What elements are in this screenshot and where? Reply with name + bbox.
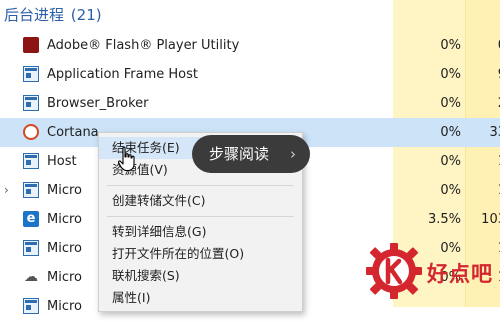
menu-item-create-dump-file[interactable]: 创建转储文件(C) — [99, 190, 302, 212]
process-name: Micro — [47, 270, 82, 285]
process-memory: 1 — [466, 176, 500, 205]
group-count: (21) — [70, 6, 102, 24]
hand-cursor-icon — [118, 146, 135, 172]
process-row[interactable]: Application Frame Host 0% 9 — [0, 60, 500, 89]
menu-item-label: 转到详细信息(G) — [112, 224, 207, 239]
edge-icon: e — [23, 211, 39, 227]
process-row[interactable]: Browser_Broker 0% 2 — [0, 89, 500, 118]
process-cpu: 0% — [440, 183, 461, 198]
process-cpu: 0% — [440, 67, 461, 82]
process-name: Host — [47, 154, 77, 169]
app-window-icon — [23, 182, 39, 198]
app-window-icon — [23, 153, 39, 169]
app-window-icon — [23, 66, 39, 82]
process-memory: 9 — [466, 60, 500, 89]
watermark-text: 好点吧 — [427, 262, 493, 286]
process-memory: 103 — [481, 212, 500, 227]
process-memory: 33 — [489, 125, 500, 140]
menu-item-label: 属性(I) — [112, 290, 151, 305]
process-row[interactable]: Adobe® Flash® Player Utility 0% 0 — [0, 31, 500, 60]
process-cpu: 0% — [440, 125, 461, 140]
menu-item-label: 创建转储文件(C) — [112, 193, 206, 208]
flash-icon — [23, 37, 39, 53]
cortana-icon — [23, 124, 39, 140]
process-name: Micro — [47, 212, 82, 227]
chevron-right-icon: › — [290, 145, 296, 163]
process-name: Cortana — [47, 125, 99, 140]
process-memory: 1 — [466, 147, 500, 176]
app-window-icon — [23, 240, 39, 256]
app-window-icon — [23, 95, 39, 111]
process-cpu: 0% — [440, 96, 461, 111]
watermark: 好点吧 — [363, 238, 500, 307]
process-cpu: 3.5% — [427, 212, 461, 227]
process-name: Micro — [47, 241, 82, 256]
menu-item-label: 联机搜索(S) — [112, 268, 180, 283]
app-window-icon — [23, 298, 39, 314]
process-name: Adobe® Flash® Player Utility — [47, 38, 240, 53]
group-title: 后台进程 — [4, 6, 65, 24]
menu-item-search-online[interactable]: 联机搜索(S) — [99, 265, 302, 287]
menu-item-properties[interactable]: 属性(I) — [99, 287, 302, 309]
menu-separator — [107, 185, 294, 186]
menu-item-go-to-details[interactable]: 转到详细信息(G) — [99, 221, 302, 243]
process-memory: 0 — [466, 31, 500, 60]
menu-item-open-file-location[interactable]: 打开文件所在的位置(O) — [99, 243, 302, 265]
step-reading-button[interactable]: 步骤阅读 › — [192, 135, 310, 173]
step-reading-label: 步骤阅读 — [209, 145, 270, 163]
process-name: Browser_Broker — [47, 96, 149, 111]
process-cpu: 0% — [440, 154, 461, 169]
cloud-icon: ☁ — [24, 269, 38, 285]
background-processes-header: 后台进程 (21) — [4, 2, 102, 28]
process-name: Micro — [47, 183, 82, 198]
process-cpu: 0% — [440, 38, 461, 53]
process-memory: 2 — [466, 89, 500, 118]
gear-logo-icon — [366, 243, 422, 299]
menu-item-label: 打开文件所在的位置(O) — [112, 246, 245, 261]
expand-chevron-icon[interactable]: › — [4, 182, 14, 198]
menu-separator — [107, 216, 294, 217]
process-name: Application Frame Host — [47, 67, 199, 82]
